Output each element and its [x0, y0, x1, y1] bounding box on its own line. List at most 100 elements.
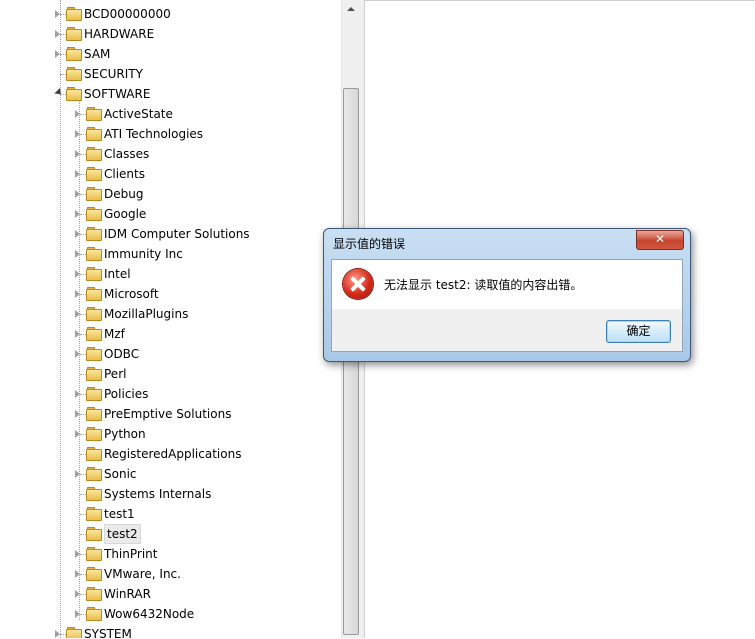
collapse-arrow-icon[interactable]	[75, 270, 80, 278]
tree-node-label[interactable]: Intel	[104, 264, 131, 284]
tree-node-label[interactable]: ATI Technologies	[104, 124, 203, 144]
tree-node-label[interactable]: VMware, Inc.	[104, 564, 181, 584]
tree-node-perl[interactable]: Perl	[0, 364, 341, 384]
tree-node-registeredapplications[interactable]: RegisteredApplications	[0, 444, 341, 464]
tree-node-policies[interactable]: Policies	[0, 384, 341, 404]
tree-node-label[interactable]: WinRAR	[104, 584, 151, 604]
collapse-arrow-icon[interactable]	[75, 350, 80, 358]
collapse-arrow-icon[interactable]	[55, 630, 60, 638]
collapse-arrow-icon[interactable]	[75, 230, 80, 238]
tree-node-google[interactable]: Google	[0, 204, 341, 224]
collapse-arrow-icon[interactable]	[75, 130, 80, 138]
ok-button[interactable]: 确定	[606, 320, 671, 343]
tree-node-label[interactable]: Debug	[104, 184, 143, 204]
tree-node-label[interactable]: IDM Computer Solutions	[104, 224, 250, 244]
tree-node-label[interactable]: ODBC	[104, 344, 139, 364]
tree-node-label[interactable]: ThinPrint	[104, 544, 157, 564]
folder-icon	[86, 447, 102, 461]
tree-node-python[interactable]: Python	[0, 424, 341, 444]
tree-node-label[interactable]: PreEmptive Solutions	[104, 404, 231, 424]
collapse-arrow-icon[interactable]	[75, 310, 80, 318]
scroll-up-arrow-icon[interactable]	[342, 0, 360, 17]
tree-node-sonic[interactable]: Sonic	[0, 464, 341, 484]
tree-node-label[interactable]: Classes	[104, 144, 149, 164]
tree-node-immunity-inc[interactable]: Immunity Inc	[0, 244, 341, 264]
tree-node-clients[interactable]: Clients	[0, 164, 341, 184]
tree-node-label[interactable]: MozillaPlugins	[104, 304, 188, 324]
tree-node-systems-internals[interactable]: Systems Internals	[0, 484, 341, 504]
collapse-arrow-icon[interactable]	[75, 550, 80, 558]
collapse-arrow-icon[interactable]	[75, 250, 80, 258]
tree-node-ati-technologies[interactable]: ATI Technologies	[0, 124, 341, 144]
tree-node-label[interactable]: Mzf	[104, 324, 125, 344]
tree-node-sam[interactable]: SAM	[0, 44, 341, 64]
tree-node-intel[interactable]: Intel	[0, 264, 341, 284]
collapse-arrow-icon[interactable]	[75, 110, 80, 118]
folder-icon	[86, 147, 102, 161]
tree-node-test1[interactable]: test1	[0, 504, 341, 524]
folder-icon	[86, 467, 102, 481]
tree-node-hardware[interactable]: HARDWARE	[0, 24, 341, 44]
tree-node-label[interactable]: ActiveState	[104, 104, 173, 124]
collapse-arrow-icon[interactable]	[75, 590, 80, 598]
tree-node-label[interactable]: HARDWARE	[84, 24, 154, 44]
tree-node-microsoft[interactable]: Microsoft	[0, 284, 341, 304]
expand-arrow-icon[interactable]	[54, 87, 64, 98]
collapse-arrow-icon[interactable]	[75, 210, 80, 218]
tree-node-preemptive-solutions[interactable]: PreEmptive Solutions	[0, 404, 341, 424]
tree-node-mozillaplugins[interactable]: MozillaPlugins	[0, 304, 341, 324]
tree-node-label[interactable]: Google	[104, 204, 146, 224]
error-message: 无法显示 test2: 读取值的内容出错。	[384, 278, 583, 292]
collapse-arrow-icon[interactable]	[75, 290, 80, 298]
tree-node-odbc[interactable]: ODBC	[0, 344, 341, 364]
tree-node-bcd00000000[interactable]: BCD00000000	[0, 4, 341, 24]
folder-icon	[86, 287, 102, 301]
tree-node-label[interactable]: SYSTEM	[84, 624, 132, 638]
close-button[interactable]: ✕	[636, 230, 684, 250]
collapse-arrow-icon[interactable]	[75, 410, 80, 418]
tree-node-system[interactable]: SYSTEM	[0, 624, 341, 638]
collapse-arrow-icon[interactable]	[75, 170, 80, 178]
collapse-arrow-icon[interactable]	[75, 190, 80, 198]
collapse-arrow-icon[interactable]	[55, 30, 60, 38]
tree-node-label[interactable]: Policies	[104, 384, 148, 404]
tree-node-label[interactable]: Microsoft	[104, 284, 159, 304]
tree-node-label[interactable]: Sonic	[104, 464, 137, 484]
collapse-arrow-icon[interactable]	[75, 610, 80, 618]
tree-node-label[interactable]: Systems Internals	[104, 484, 211, 504]
collapse-arrow-icon[interactable]	[75, 150, 80, 158]
tree-node-label[interactable]: BCD00000000	[84, 4, 171, 24]
tree-node-label[interactable]: Clients	[104, 164, 145, 184]
tree-node-label[interactable]: SOFTWARE	[84, 84, 150, 104]
tree-node-software[interactable]: SOFTWARE	[0, 84, 341, 104]
tree-node-vmware-inc[interactable]: VMware, Inc.	[0, 564, 341, 584]
tree-node-thinprint[interactable]: ThinPrint	[0, 544, 341, 564]
collapse-arrow-icon[interactable]	[55, 50, 60, 58]
tree-node-classes[interactable]: Classes	[0, 144, 341, 164]
tree-node-security[interactable]: SECURITY	[0, 64, 341, 84]
tree-node-label[interactable]: test2	[104, 524, 141, 544]
tree-node-debug[interactable]: Debug	[0, 184, 341, 204]
tree-node-label[interactable]: SAM	[84, 44, 110, 64]
tree-node-label[interactable]: test1	[104, 504, 135, 524]
collapse-arrow-icon[interactable]	[75, 470, 80, 478]
collapse-arrow-icon[interactable]	[75, 390, 80, 398]
tree-node-activestate[interactable]: ActiveState	[0, 104, 341, 124]
tree-node-idm-computer-solutions[interactable]: IDM Computer Solutions	[0, 224, 341, 244]
tree-node-label[interactable]: Immunity Inc	[104, 244, 183, 264]
tree-node-label[interactable]: Python	[104, 424, 146, 444]
tree-node-label[interactable]: SECURITY	[84, 64, 143, 84]
folder-icon	[86, 107, 102, 121]
collapse-arrow-icon[interactable]	[75, 330, 80, 338]
collapse-arrow-icon[interactable]	[75, 570, 80, 578]
tree-node-label[interactable]: Wow6432Node	[104, 604, 194, 624]
collapse-arrow-icon[interactable]	[75, 430, 80, 438]
tree-node-wow6432node[interactable]: Wow6432Node	[0, 604, 341, 624]
collapse-arrow-icon[interactable]	[55, 10, 60, 18]
tree-node-label[interactable]: Perl	[104, 364, 126, 384]
tree-node-mzf[interactable]: Mzf	[0, 324, 341, 344]
registry-tree[interactable]: BCD00000000 HARDWARE SAM SECURITY SOFTWARE Ac…	[0, 0, 341, 638]
tree-node-test2[interactable]: test2	[0, 524, 341, 544]
tree-node-label[interactable]: RegisteredApplications	[104, 444, 241, 464]
tree-node-winrar[interactable]: WinRAR	[0, 584, 341, 604]
